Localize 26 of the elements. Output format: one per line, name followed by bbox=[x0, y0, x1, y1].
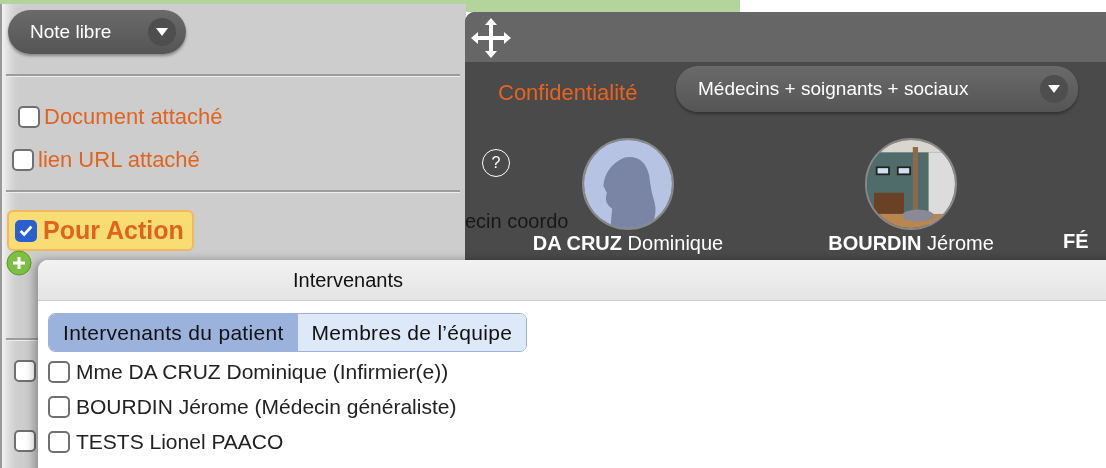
dialog-title: Intervenants bbox=[38, 260, 1106, 301]
note-type-select[interactable]: Note libre bbox=[8, 10, 186, 54]
checkbox-label: lien URL attaché bbox=[38, 147, 200, 173]
checkbox[interactable] bbox=[18, 106, 40, 128]
confidentiality-label: Confidentialité bbox=[498, 80, 638, 106]
checkbox[interactable] bbox=[48, 431, 70, 453]
person-label: BOURDIN Jérome (Médecin généraliste) bbox=[76, 395, 457, 419]
person-label: TESTS Lionel PAACO bbox=[76, 430, 284, 454]
tab[interactable]: Intervenants du patient bbox=[49, 314, 298, 351]
caret-icon bbox=[148, 18, 176, 46]
checkbox-label: Document attaché bbox=[44, 104, 223, 130]
tab[interactable]: Membres de l’équipe bbox=[297, 314, 527, 351]
add-icon[interactable] bbox=[5, 249, 33, 277]
person-label: Mme DA CRUZ Dominique (Infirmier(e)) bbox=[76, 360, 449, 384]
move-icon[interactable] bbox=[469, 16, 513, 60]
checkbox[interactable] bbox=[15, 219, 37, 242]
checkbox[interactable] bbox=[12, 149, 34, 171]
member-name: DA CRUZ Dominique bbox=[532, 232, 724, 255]
member-name: BOURDIN Jérome bbox=[828, 232, 994, 255]
checkbox[interactable] bbox=[48, 396, 70, 418]
checkbox[interactable] bbox=[14, 430, 36, 452]
checkbox[interactable] bbox=[14, 360, 36, 382]
member-name: FÉ bbox=[1063, 230, 1089, 253]
caret-icon bbox=[1040, 75, 1068, 103]
confidentiality-select[interactable]: Médecins + soignants + sociaux bbox=[676, 66, 1078, 112]
checkbox[interactable] bbox=[48, 361, 70, 383]
